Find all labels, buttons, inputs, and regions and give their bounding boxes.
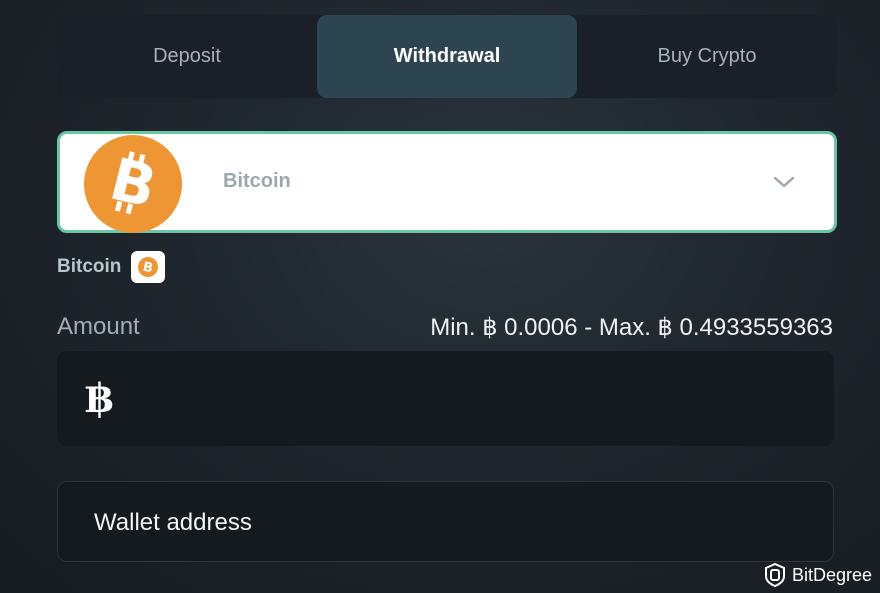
amount-limits: Min. ฿ 0.0006 - Max. ฿ 0.4933559363 [430, 314, 833, 341]
bitcoin-small-icon: B [138, 257, 159, 277]
tab-withdrawal[interactable]: Withdrawal [317, 15, 577, 98]
coin-select-dropdown[interactable]: B Bitcoin [57, 131, 837, 233]
selected-coin-name: Bitcoin [223, 170, 291, 192]
currency-symbol: ฿ [85, 375, 113, 422]
svg-text:B: B [104, 149, 163, 219]
bitcoin-mini-badge: B [131, 251, 166, 283]
coin-label: Bitcoin [57, 256, 122, 277]
tab-buy-crypto[interactable]: Buy Crypto [577, 15, 837, 98]
wallet-address-placeholder: Wallet address [94, 509, 252, 536]
chevron-down-icon [773, 176, 795, 188]
bitdegree-watermark: BitDegree [764, 563, 872, 587]
watermark-text: BitDegree [791, 564, 872, 585]
bitcoin-icon: B [84, 135, 182, 233]
tab-bar: Deposit Withdrawal Buy Crypto [57, 15, 837, 98]
wallet-address-input[interactable]: Wallet address [57, 481, 834, 562]
amount-label: Amount [57, 313, 140, 340]
amount-input[interactable]: ฿ [57, 351, 834, 446]
bitdegree-logo-icon [764, 563, 785, 587]
tab-deposit[interactable]: Deposit [57, 15, 317, 98]
coin-label-row: Bitcoin B [57, 251, 166, 283]
